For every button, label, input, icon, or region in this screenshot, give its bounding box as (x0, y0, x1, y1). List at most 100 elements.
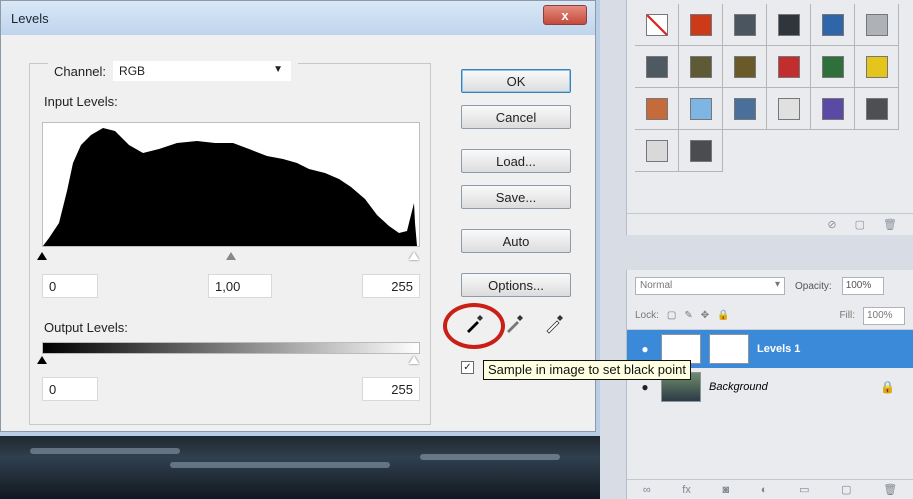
output-white-handle[interactable] (409, 356, 419, 364)
style-swatch-cell[interactable] (767, 88, 811, 130)
levels-group: Channel: RGB ▼ Input Levels: 0 1,00 255 (29, 60, 431, 425)
style-swatch[interactable] (821, 55, 844, 78)
output-white-field[interactable]: 255 (362, 377, 420, 401)
save-button[interactable]: Save... (461, 185, 571, 209)
style-swatch-cell[interactable] (855, 4, 899, 46)
style-swatch[interactable] (777, 55, 800, 78)
style-swatch[interactable] (689, 13, 712, 36)
lock-label: Lock: (635, 310, 659, 321)
input-white-field[interactable]: 255 (362, 274, 420, 298)
blend-mode-select[interactable]: Normal (635, 277, 785, 295)
input-white-handle[interactable] (409, 252, 419, 260)
channel-row: Channel: RGB ▼ (48, 60, 299, 82)
load-button[interactable]: Load... (461, 149, 571, 173)
style-swatch[interactable] (689, 55, 712, 78)
style-swatch[interactable] (865, 13, 888, 36)
style-swatch-cell[interactable] (679, 46, 723, 88)
output-slider[interactable] (37, 356, 420, 368)
style-swatch-cell[interactable] (723, 46, 767, 88)
style-swatch[interactable] (821, 13, 844, 36)
output-gradient-bar (42, 342, 420, 354)
style-swatch-cell[interactable] (767, 46, 811, 88)
style-swatch[interactable] (689, 139, 712, 162)
style-swatch[interactable] (645, 97, 668, 120)
input-black-handle[interactable] (37, 252, 47, 260)
fx-icon[interactable]: fx (682, 484, 691, 496)
fill-field[interactable]: 100% (863, 306, 905, 325)
new-style-icon[interactable]: ▢ (855, 218, 865, 231)
style-swatch-cell[interactable] (811, 4, 855, 46)
input-slider[interactable] (37, 252, 420, 264)
style-swatch-cell[interactable] (855, 46, 899, 88)
histogram (42, 122, 420, 247)
close-button[interactable]: x (543, 5, 587, 25)
style-swatch[interactable] (645, 139, 668, 162)
style-swatch[interactable] (645, 55, 668, 78)
image-detail (170, 462, 390, 468)
preview-checkbox[interactable]: ✓ (461, 361, 474, 374)
channel-select[interactable]: RGB ▼ (112, 60, 293, 82)
style-swatch[interactable] (777, 97, 800, 120)
histogram-graph (43, 128, 417, 246)
style-swatch-cell[interactable] (723, 88, 767, 130)
group-icon[interactable]: ▭ (799, 483, 809, 496)
mask-thumbnail (709, 334, 749, 364)
delete-layer-icon[interactable]: 🗑 (883, 483, 897, 496)
style-swatch-cell[interactable] (855, 88, 899, 130)
input-gamma-field[interactable]: 1,00 (208, 274, 272, 298)
input-black-field[interactable]: 0 (42, 274, 98, 298)
style-swatch[interactable] (645, 13, 668, 36)
options-button[interactable]: Options... (461, 273, 571, 297)
styles-panel: ⊘ ▢ 🗑 (626, 0, 913, 235)
style-swatch[interactable] (821, 97, 844, 120)
style-swatch-cell[interactable] (723, 4, 767, 46)
style-swatch[interactable] (777, 13, 800, 36)
style-swatch[interactable] (689, 97, 712, 120)
gray-point-eyedropper-icon[interactable] (503, 313, 525, 335)
style-swatch-cell[interactable] (635, 4, 679, 46)
adjustment-icon[interactable]: ◐ (761, 484, 768, 496)
lock-brush-icon[interactable]: ✎ (684, 310, 692, 321)
style-swatch-cell[interactable] (679, 88, 723, 130)
lock-row: Lock: ▢ ✎ ✥ 🔒 Fill: 100% (627, 302, 913, 330)
new-layer-icon[interactable]: ▢ (841, 483, 851, 496)
output-black-handle[interactable] (37, 356, 47, 364)
levels-dialog: Levels x Channel: RGB ▼ Input Levels: 0 … (0, 0, 691, 432)
style-swatch-cell[interactable] (679, 4, 723, 46)
output-black-field[interactable]: 0 (42, 377, 98, 401)
auto-button[interactable]: Auto (461, 229, 571, 253)
white-point-eyedropper-icon[interactable] (543, 313, 565, 335)
clear-style-icon[interactable]: ⊘ (827, 218, 836, 231)
lock-move-icon[interactable]: ✥ (701, 310, 709, 321)
mask-icon[interactable]: ◙ (723, 484, 730, 496)
cancel-button[interactable]: Cancel (461, 105, 571, 129)
style-swatch[interactable] (733, 13, 756, 36)
style-swatch-cell[interactable] (679, 130, 723, 172)
visibility-eye-icon[interactable]: ● (637, 342, 653, 356)
visibility-eye-icon[interactable]: ● (637, 380, 653, 394)
style-swatch-cell[interactable] (635, 46, 679, 88)
opacity-label: Opacity: (795, 280, 832, 292)
dialog-titlebar[interactable]: Levels (1, 1, 595, 35)
style-swatch[interactable] (865, 55, 888, 78)
style-swatch[interactable] (733, 55, 756, 78)
lock-transparency-icon[interactable]: ▢ (667, 310, 676, 321)
input-gamma-handle[interactable] (226, 252, 236, 260)
style-swatch-cell[interactable] (811, 88, 855, 130)
style-swatch[interactable] (865, 97, 888, 120)
workspace: ⊘ ▢ 🗑 Normal Opacity: 100% Lock: ▢ ✎ ✥ 🔒… (0, 0, 913, 499)
style-swatch-cell[interactable] (811, 46, 855, 88)
layer-name: Levels 1 (757, 343, 801, 355)
style-swatch-cell[interactable] (767, 4, 811, 46)
style-swatch[interactable] (733, 97, 756, 120)
style-swatch-cell[interactable] (635, 88, 679, 130)
styles-grid (635, 4, 899, 172)
lock-all-icon[interactable]: 🔒 (717, 310, 729, 321)
layers-options-row: Normal Opacity: 100% (627, 270, 913, 302)
opacity-field[interactable]: 100% (841, 277, 884, 295)
link-icon[interactable]: ∞ (643, 484, 651, 496)
image-canvas[interactable] (0, 430, 600, 499)
ok-button[interactable]: OK (461, 69, 571, 93)
style-swatch-cell[interactable] (635, 130, 679, 172)
trash-icon[interactable]: 🗑 (883, 218, 897, 231)
